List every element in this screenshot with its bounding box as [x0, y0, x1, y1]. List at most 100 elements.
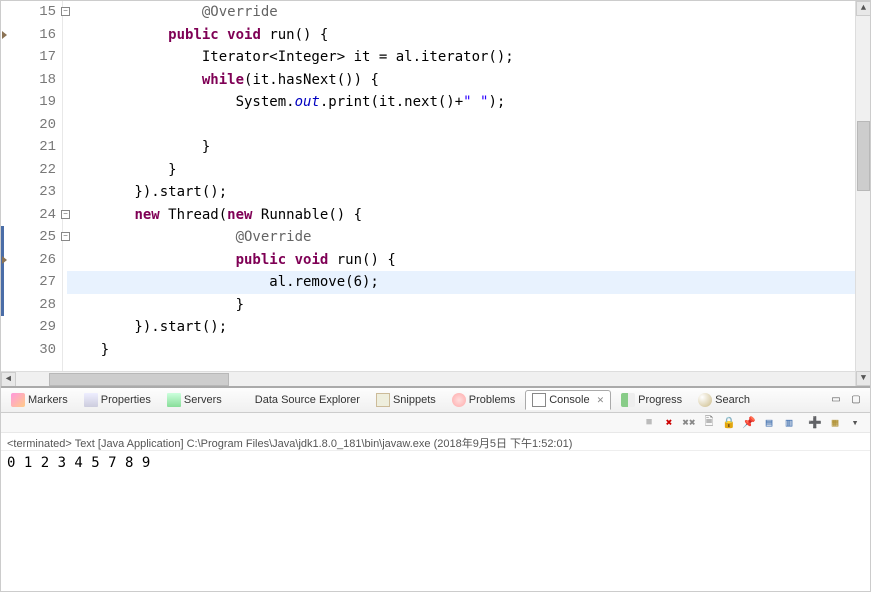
- change-bar: [1, 294, 4, 317]
- code-line[interactable]: al.remove(6);: [67, 271, 870, 294]
- view-tab-bar: Markers Properties Servers Data Source Expl…: [1, 388, 870, 413]
- tab-console[interactable]: Console✕: [525, 390, 611, 410]
- code-line[interactable]: [67, 114, 870, 137]
- line-number[interactable]: 30: [15, 339, 56, 362]
- marker-slot[interactable]: [1, 114, 15, 137]
- line-number[interactable]: 28: [15, 294, 56, 317]
- terminate-icon[interactable]: ■: [640, 414, 658, 432]
- code-line[interactable]: @Override: [67, 1, 870, 24]
- fold-toggle-icon[interactable]: −: [61, 232, 70, 241]
- marker-slot[interactable]: [1, 339, 15, 362]
- vertical-scrollbar[interactable]: ▲ ▼: [855, 1, 870, 386]
- marker-slot[interactable]: [1, 249, 15, 272]
- tab-label: Problems: [469, 394, 515, 406]
- line-number[interactable]: 21: [15, 136, 56, 159]
- tab-label: Data Source Explorer: [255, 394, 360, 406]
- tab-data-source-explorer[interactable]: Data Source Explorer: [232, 391, 366, 409]
- marker-slot[interactable]: [1, 46, 15, 69]
- marker-slot[interactable]: [1, 1, 15, 24]
- tab-label: Properties: [101, 394, 151, 406]
- marker-slot[interactable]: [1, 316, 15, 339]
- tab-search[interactable]: Search: [692, 391, 756, 409]
- marker-slot[interactable]: [1, 159, 15, 182]
- tab-label: Search: [715, 394, 750, 406]
- marker-slot[interactable]: [1, 271, 15, 294]
- display-selected-console-icon[interactable]: ▤: [760, 414, 778, 432]
- code-line[interactable]: }).start();: [67, 181, 870, 204]
- override-marker-icon[interactable]: [2, 256, 7, 264]
- tab-markers[interactable]: Markers: [5, 391, 74, 409]
- clear-console-icon[interactable]: 🗎: [700, 414, 718, 432]
- launch-config-text: Text [Java Application] C:\Program Files…: [75, 438, 573, 450]
- fold-toggle-icon[interactable]: −: [61, 210, 70, 219]
- tab-properties[interactable]: Properties: [78, 391, 157, 409]
- remove-launch-icon[interactable]: ✖: [660, 414, 678, 432]
- marker-slot[interactable]: [1, 136, 15, 159]
- code-line[interactable]: while(it.hasNext()) {: [67, 69, 870, 92]
- bottom-panel: Markers Properties Servers Data Source Expl…: [1, 386, 870, 591]
- console-output[interactable]: 0 1 2 3 4 5 7 8 9: [1, 451, 870, 591]
- line-number-gutter[interactable]: 15−161718192021222324−25−2627282930: [15, 1, 63, 371]
- show-console-icon[interactable]: ▦: [826, 414, 844, 432]
- line-number[interactable]: 29: [15, 316, 56, 339]
- maximize-view-icon[interactable]: ▢: [848, 392, 864, 408]
- code-line[interactable]: }).start();: [67, 316, 870, 339]
- line-number[interactable]: 19: [15, 91, 56, 114]
- vscroll-thumb[interactable]: [857, 121, 870, 191]
- code-line[interactable]: @Override: [67, 226, 870, 249]
- line-number[interactable]: 15−: [15, 1, 56, 24]
- scroll-left-arrow[interactable]: ◄: [1, 372, 16, 386]
- line-number[interactable]: 24−: [15, 204, 56, 227]
- marker-slot[interactable]: [1, 24, 15, 47]
- code-line[interactable]: }: [67, 294, 870, 317]
- tab-label: Snippets: [393, 394, 436, 406]
- tab-label: Progress: [638, 394, 682, 406]
- tab-problems[interactable]: Problems: [446, 391, 521, 409]
- open-console-icon[interactable]: ▥: [780, 414, 798, 432]
- marker-slot[interactable]: [1, 69, 15, 92]
- code-line[interactable]: Iterator<Integer> it = al.iterator();: [67, 46, 870, 69]
- line-number[interactable]: 26: [15, 249, 56, 272]
- tab-snippets[interactable]: Snippets: [370, 391, 442, 409]
- marker-slot[interactable]: [1, 91, 15, 114]
- code-editor[interactable]: 15−161718192021222324−25−2627282930 @Ove…: [1, 1, 870, 386]
- line-number[interactable]: 17: [15, 46, 56, 69]
- hscroll-thumb[interactable]: [49, 373, 229, 386]
- code-line[interactable]: }: [67, 159, 870, 182]
- tab-servers[interactable]: Servers: [161, 391, 228, 409]
- marker-slot[interactable]: [1, 294, 15, 317]
- remove-all-terminated-icon[interactable]: ✖✖: [680, 414, 698, 432]
- pin-console-icon[interactable]: 📌: [740, 414, 758, 432]
- code-line[interactable]: }: [67, 339, 870, 362]
- code-content[interactable]: @Override public void run() { Iterator<I…: [63, 1, 870, 371]
- code-line[interactable]: public void run() {: [67, 24, 870, 47]
- problems-icon: [452, 393, 466, 407]
- line-number[interactable]: 25−: [15, 226, 56, 249]
- fold-toggle-icon[interactable]: −: [61, 7, 70, 16]
- code-line[interactable]: System.out.print(it.next()+" ");: [67, 91, 870, 114]
- tab-progress[interactable]: Progress: [615, 391, 688, 409]
- marker-slot[interactable]: [1, 226, 15, 249]
- tab-close-icon[interactable]: ✕: [597, 395, 605, 406]
- line-number[interactable]: 22: [15, 159, 56, 182]
- line-number[interactable]: 27: [15, 271, 56, 294]
- line-number[interactable]: 23: [15, 181, 56, 204]
- code-line[interactable]: new Thread(new Runnable() {: [67, 204, 870, 227]
- line-number[interactable]: 18: [15, 69, 56, 92]
- console-menu-icon[interactable]: ▾: [846, 414, 864, 432]
- marker-slot[interactable]: [1, 181, 15, 204]
- horizontal-scrollbar[interactable]: ◄ ►: [1, 371, 870, 386]
- line-number[interactable]: 16: [15, 24, 56, 47]
- console-toolbar: ■ ✖ ✖✖ 🗎 🔒 📌 ▤ ▥ ➕ ▦ ▾: [1, 413, 870, 433]
- marker-slot[interactable]: [1, 204, 15, 227]
- data-source-explorer-icon: [238, 393, 252, 407]
- scroll-up-arrow[interactable]: ▲: [856, 1, 870, 16]
- scroll-down-arrow[interactable]: ▼: [856, 371, 870, 386]
- override-marker-icon[interactable]: [2, 31, 7, 39]
- scroll-lock-icon[interactable]: 🔒: [720, 414, 738, 432]
- code-line[interactable]: public void run() {: [67, 249, 870, 272]
- code-line[interactable]: }: [67, 136, 870, 159]
- minimize-view-icon[interactable]: ▭: [828, 392, 844, 408]
- new-console-view-icon[interactable]: ➕: [806, 414, 824, 432]
- line-number[interactable]: 20: [15, 114, 56, 137]
